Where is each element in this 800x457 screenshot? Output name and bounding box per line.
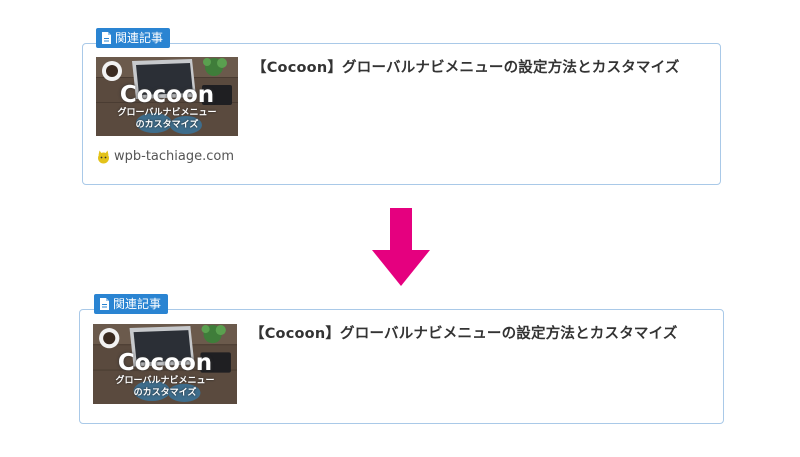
article-title[interactable]: 【Cocoon】グローバルナビメニューの設定方法とカスタマイズ xyxy=(250,322,678,343)
site-domain: wpb-tachiage.com xyxy=(114,149,235,164)
article-title[interactable]: 【Cocoon】グローバルナビメニューの設定方法とカスタマイズ xyxy=(252,56,680,77)
related-article-label-text: 関連記事 xyxy=(115,31,164,45)
related-article-label: 関連記事 xyxy=(96,28,171,48)
thumbnail-subtitle-1: グローバルナビメニュー xyxy=(115,376,215,386)
document-icon xyxy=(100,298,109,310)
favicon-icon xyxy=(98,150,109,163)
down-arrow-icon xyxy=(372,208,430,286)
related-article-label: 関連記事 xyxy=(94,294,169,314)
thumbnail-title: Cocoon xyxy=(119,82,215,108)
document-icon xyxy=(102,32,111,44)
article-thumbnail[interactable]: Cocoon グローバルナビメニュー のカスタマイズ xyxy=(96,57,238,136)
thumbnail-title: Cocoon xyxy=(117,350,213,376)
article-thumbnail[interactable]: Cocoon グローバルナビメニュー のカスタマイズ xyxy=(93,324,237,404)
thumbnail-subtitle-2: のカスタマイズ xyxy=(135,120,199,130)
thumbnail-subtitle-2: のカスタマイズ xyxy=(133,388,197,398)
related-article-label-text: 関連記事 xyxy=(113,297,162,311)
site-source[interactable]: wpb-tachiage.com xyxy=(97,149,234,164)
thumbnail-subtitle-1: グローバルナビメニュー xyxy=(117,108,217,118)
